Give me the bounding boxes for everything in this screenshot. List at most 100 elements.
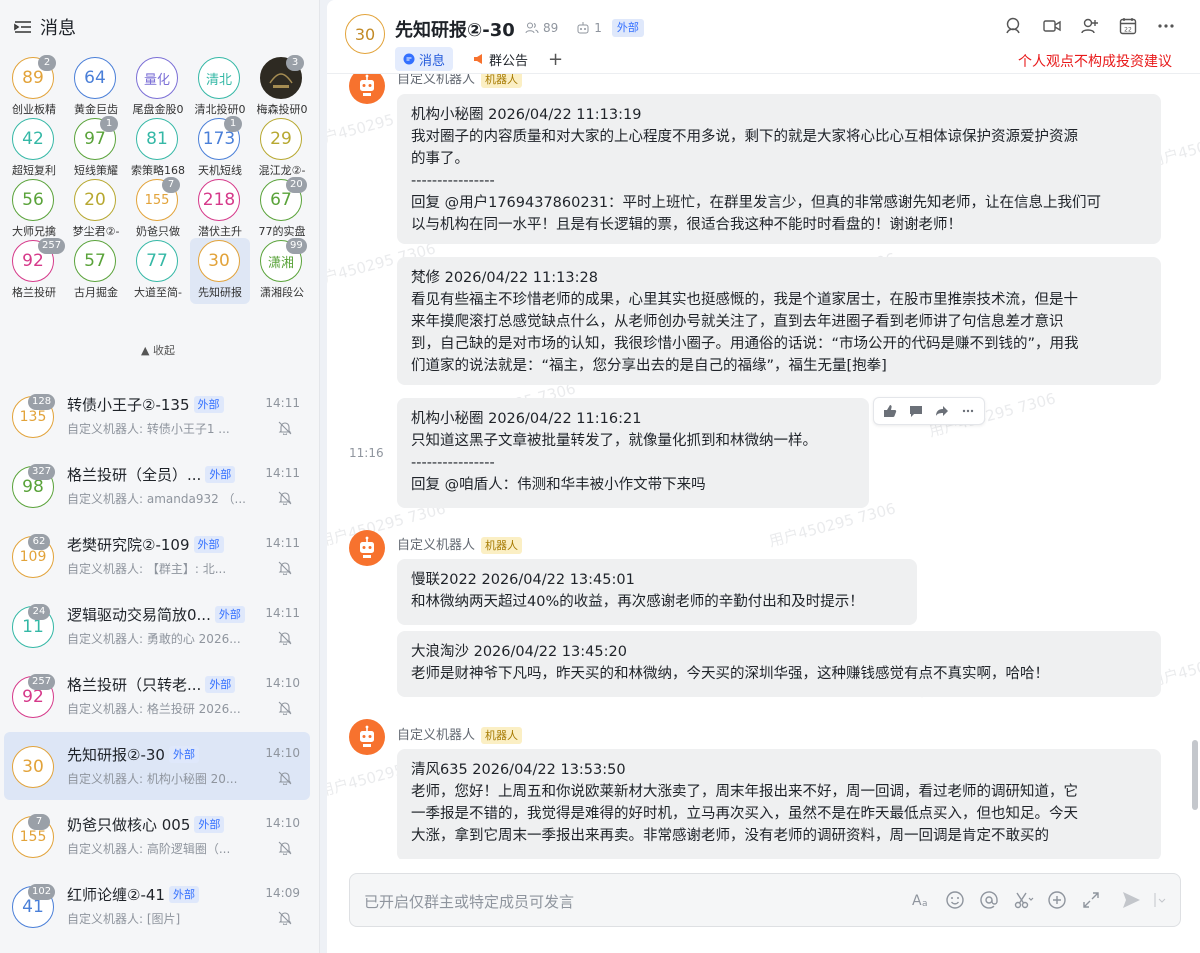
- message-line: 来年摸爬滚打总感觉缺点什么，从老师创办号就关注了，直到去年进圈子看到老师讲了句信…: [411, 314, 1064, 330]
- pinned-chat[interactable]: 67 20 77的实盘: [252, 177, 312, 243]
- thumbs-up-icon[interactable]: [878, 400, 902, 422]
- bot-avatar[interactable]: [349, 719, 385, 755]
- pinned-chat[interactable]: 77 大道至简-: [128, 238, 188, 304]
- pinned-chat[interactable]: 64 黄金巨齿: [66, 55, 126, 121]
- chat-list-item[interactable]: 41 102 红师论缠②-41 外部 14:09 自定义机器人: [图片]: [4, 872, 310, 940]
- chat-list-item[interactable]: 11 24 逻辑驱动交易简放0... 外部 14:11 自定义机器人: 勇敢的心 2026…: [4, 592, 310, 660]
- chat-preview: 自定义机器人: 勇敢的心 2026...: [67, 632, 241, 646]
- pinned-chat[interactable]: 56 大师兄擒: [4, 177, 64, 243]
- text-format-icon[interactable]: Aa: [910, 889, 932, 911]
- mute-icon: [278, 771, 292, 785]
- chat-label: 古月掘金: [74, 286, 118, 299]
- chat-name: 红师论缠②-41 外部: [67, 884, 199, 905]
- chat-list-item[interactable]: 98 327 格兰投研（全员）... 外部 14:11 自定义机器人: amanda932…: [4, 452, 310, 520]
- bot-count[interactable]: 1: [594, 21, 602, 35]
- send-icon[interactable]: [1120, 889, 1142, 911]
- message-bubble[interactable]: 大浪淘沙 2026/04/22 13:45:20 老师是财神爷下凡吗，昨天买的和…: [397, 631, 1161, 697]
- message-line: 大浪淘沙 2026/04/22 13:45:20: [411, 644, 627, 660]
- chat-list-item[interactable]: 30 先知研报②-30 外部 14:10 自定义机器人: 机构小秘圈 20...: [4, 732, 310, 800]
- add-member-icon[interactable]: [1080, 16, 1100, 36]
- svg-text:a: a: [922, 899, 928, 909]
- sender-name: 自定义机器人 机器人: [397, 724, 523, 744]
- chat-list-item[interactable]: 109 62 老樊研究院②-109 外部 14:11 自定义机器人: 【群主】: 北...: [4, 522, 310, 590]
- pinned-chat[interactable]: 57 古月掘金: [66, 238, 126, 304]
- message-line: ----------------: [411, 455, 495, 471]
- scissors-icon[interactable]: [1012, 889, 1034, 911]
- sidebar-header: 消息: [0, 0, 319, 54]
- message-scrollbar[interactable]: [1192, 740, 1198, 810]
- chat-preview: 自定义机器人: 高阶逻辑圈（...: [67, 842, 231, 856]
- message-bubble[interactable]: 梵修 2026/04/22 11:13:28 看见有些福主不珍惜老师的成果，心里…: [397, 257, 1161, 385]
- chat-preview: 自定义机器人: 格兰投研 2026...: [67, 702, 241, 716]
- external-tag: 外部: [194, 816, 225, 833]
- pinned-chat[interactable]: 30 先知研报: [190, 238, 250, 304]
- forward-icon[interactable]: [930, 400, 954, 422]
- pinned-chat[interactable]: 潇湘 99 潇湘段公: [252, 238, 312, 304]
- expand-icon[interactable]: [1080, 889, 1102, 911]
- reply-icon[interactable]: [904, 400, 928, 422]
- chat-name: 逻辑驱动交易简放0... 外部: [67, 604, 245, 625]
- video-call-icon[interactable]: [1042, 16, 1062, 36]
- pinned-chat[interactable]: 量化 尾盘金股0: [128, 55, 188, 121]
- more-icon[interactable]: [1156, 16, 1176, 36]
- pinned-chat[interactable]: 97 1 短线策耀: [66, 116, 126, 182]
- message-line: 们道家的说法就是：“福主，您分享出去的是自己的福缘”，福生无量[抱拳]: [411, 358, 887, 374]
- pinned-chat[interactable]: 清北 清北投研0: [190, 55, 250, 121]
- message-line: 一季报是不错的，我觉得是难得的好时机，立马再次买入，虽然不是在昨天最低点买入，但…: [411, 806, 1078, 822]
- pinned-chat[interactable]: 20 梦尘君②-: [66, 177, 126, 243]
- bot-avatar[interactable]: [349, 530, 385, 566]
- message-composer[interactable]: 已开启仅群主或特定成员可发言 Aa: [349, 873, 1181, 927]
- mute-icon: [278, 491, 292, 505]
- tab-messages[interactable]: 消息: [395, 47, 454, 71]
- chat-avatar: 218: [198, 179, 240, 221]
- search-icon[interactable]: [1004, 16, 1024, 36]
- pinned-chat[interactable]: 89 2 创业板精: [4, 55, 64, 121]
- more-actions-icon[interactable]: [956, 400, 980, 422]
- pinned-chat[interactable]: 173 1 天机短线: [190, 116, 250, 182]
- mute-icon: [278, 701, 292, 715]
- members-icon: [525, 22, 539, 34]
- svg-text:22: 22: [1124, 27, 1132, 34]
- pinned-chat[interactable]: 42 超短复利: [4, 116, 64, 182]
- external-tag: 外部: [193, 536, 224, 553]
- chat-label: 潜伏主升: [198, 225, 242, 238]
- chat-name: 老樊研究院②-109 外部: [67, 534, 224, 555]
- tab-announcement[interactable]: 群公告: [465, 47, 536, 71]
- pinned-chat[interactable]: 29 混江龙②-: [252, 116, 312, 182]
- chat-time: 14:10: [265, 746, 300, 760]
- pinned-chat[interactable]: 155 7 奶爸只做: [128, 177, 188, 243]
- chat-list-item[interactable]: 135 128 转债小王子②-135 外部 14:11 自定义机器人: 转债小王子1 ..…: [4, 382, 310, 450]
- chat-list-item[interactable]: 155 7 奶爸只做核心 005 外部 14:10 自定义机器人: 高阶逻辑圈（...: [4, 802, 310, 870]
- menu-fold-icon[interactable]: [14, 20, 32, 34]
- message-line: 看见有些福主不珍惜老师的成果，心里其实也挺感慨的，我是个道家居士，在股市里推崇技…: [411, 292, 1078, 308]
- pinned-chat[interactable]: 218 潜伏主升: [190, 177, 250, 243]
- chat-list-item[interactable]: 92 257 格兰投研（只转老... 外部 14:10 自定义机器人: 格兰投研 2026…: [4, 662, 310, 730]
- send-options-icon[interactable]: [1154, 889, 1166, 911]
- pinned-chat[interactable]: 3 梅森投研0: [252, 55, 312, 121]
- chat-label: 创业板精: [12, 103, 56, 116]
- chat-header: 30 先知研报②-30 89 1 外部 消息 群公告 + 22 个人观点不构成投…: [327, 0, 1200, 74]
- group-avatar[interactable]: 30: [345, 14, 385, 54]
- member-count[interactable]: 89: [543, 21, 558, 35]
- pinned-chat[interactable]: 92 257 格兰投研: [4, 238, 66, 304]
- message-line: 清风635 2026/04/22 13:53:50: [411, 762, 626, 778]
- pinned-chat[interactable]: 81 索策略168: [128, 116, 188, 182]
- add-circle-icon[interactable]: [1046, 889, 1068, 911]
- mention-icon[interactable]: [978, 889, 1000, 911]
- bot-avatar[interactable]: [349, 74, 385, 104]
- message-bubble[interactable]: 机构小秘圈 2026/04/22 11:16:21 只知道这黑子文章被批量转发了…: [397, 398, 869, 508]
- chat-time: 14:10: [265, 676, 300, 690]
- chat-name: 格兰投研（全员）... 外部: [67, 464, 236, 485]
- message-bubble[interactable]: 机构小秘圈 2026/04/22 11:13:19 我对圈子的内容质量和对大家的…: [397, 94, 1161, 244]
- mute-icon: [278, 561, 292, 575]
- chat-label: 短线策耀: [74, 164, 118, 177]
- emoji-icon[interactable]: [944, 889, 966, 911]
- message-bubble[interactable]: 清风635 2026/04/22 13:53:50 老师，您好！上周五和你说欧莱…: [397, 749, 1161, 859]
- external-tag: 外部: [205, 466, 236, 483]
- collapse-toggle[interactable]: ▲ 收起: [0, 342, 316, 358]
- message-bubble[interactable]: 慢联2022 2026/04/22 13:45:01 和林微纳两天超过40%的收…: [397, 559, 917, 625]
- add-tab-button[interactable]: +: [548, 49, 563, 70]
- calendar-icon[interactable]: 22: [1118, 16, 1138, 36]
- megaphone-icon: [474, 54, 483, 64]
- chat-time: 14:11: [265, 536, 300, 550]
